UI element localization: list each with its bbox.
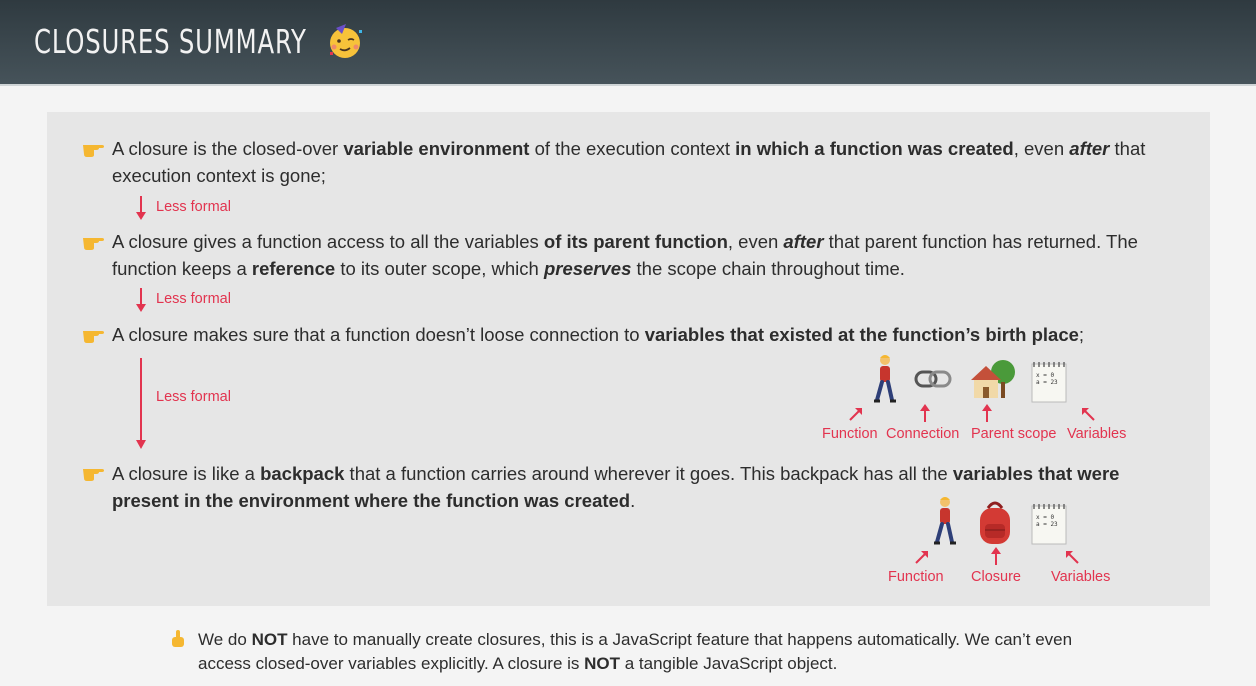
up-right-arrow-icon — [915, 551, 928, 564]
text-segment: a tangible JavaScript object. — [620, 654, 838, 673]
up-arrow-icon — [982, 404, 992, 422]
text-segment: of the execution context — [529, 138, 736, 159]
up-left-arrow-icon — [1082, 408, 1095, 421]
down-arrow-icon — [136, 288, 146, 312]
emphasis-text: backpack — [260, 463, 345, 484]
emphasis-text: NOT — [584, 654, 621, 673]
text-segment: to its outer scope, which — [335, 258, 544, 279]
emphasis-text: NOT — [251, 630, 288, 649]
person-walking-icon — [934, 497, 956, 545]
house-with-tree-icon — [971, 360, 1015, 398]
notepad-line-1: x = 0 — [1036, 514, 1054, 521]
pointing-up-hand-icon — [172, 630, 184, 647]
label-function: Function — [888, 569, 944, 585]
text-segment: We do — [198, 630, 252, 649]
emphasis-text: after — [783, 231, 824, 252]
text-segment: A closure makes sure that a function doe… — [112, 324, 645, 345]
pointing-hand-icon — [83, 238, 104, 250]
text-segment: , even — [727, 231, 784, 252]
less-formal-label-2: Less formal — [156, 291, 231, 307]
up-arrow-icon — [991, 547, 1001, 565]
partying-face-icon — [330, 24, 362, 58]
summary-point-1: A closure is the closed-over variable en… — [112, 135, 1152, 189]
pointing-hand-icon — [83, 145, 104, 157]
down-arrow-icon — [136, 196, 146, 220]
up-left-arrow-icon — [1066, 551, 1079, 564]
label-variables: Variables — [1051, 569, 1111, 585]
emphasis-text: in which a function was created — [735, 138, 1014, 159]
emphasis-text: variables that existed at the function’s… — [644, 324, 1079, 345]
emphasis-text: variable environment — [343, 138, 530, 159]
header-bar: Closures Summary — [0, 0, 1256, 86]
emphasis-text: of its parent function — [543, 231, 728, 252]
pointing-hand-icon — [83, 331, 104, 343]
text-segment: A closure is like a — [112, 463, 261, 484]
page-title: Closures Summary — [34, 22, 307, 61]
person-walking-icon — [874, 355, 896, 403]
label-variables: Variables — [1067, 426, 1127, 442]
notepad-line-2: a = 23 — [1036, 379, 1058, 386]
up-arrow-icon — [920, 404, 930, 422]
text-segment: the scope chain throughout time. — [631, 258, 905, 279]
notepad-line-2: a = 23 — [1036, 521, 1058, 528]
summary-point-3: A closure makes sure that a function doe… — [112, 321, 1192, 348]
label-function: Function — [822, 426, 878, 442]
less-formal-label-3: Less formal — [156, 389, 231, 405]
pointing-hand-icon — [83, 469, 104, 481]
label-parent-scope: Parent scope — [971, 426, 1057, 442]
text-segment: . — [630, 490, 636, 511]
summary-point-2: A closure gives a function access to all… — [112, 228, 1152, 282]
chain-link-icon — [914, 370, 952, 388]
emphasis-text: reference — [251, 258, 336, 279]
text-segment: A closure gives a function access to all… — [112, 231, 544, 252]
down-arrow-icon — [136, 358, 146, 449]
less-formal-label-1: Less formal — [156, 199, 231, 215]
text-segment: A closure is the closed-over — [112, 138, 344, 159]
up-right-arrow-icon — [849, 408, 862, 421]
bottom-note: We do NOT have to manually create closur… — [198, 628, 1118, 676]
emphasis-text: preserves — [543, 258, 632, 279]
notepad-line-1: x = 0 — [1036, 372, 1054, 379]
notepad-icon: x = 0 a = 23 — [1031, 504, 1067, 545]
label-connection: Connection — [886, 426, 960, 442]
notepad-icon: x = 0 a = 23 — [1031, 362, 1067, 403]
label-closure: Closure — [971, 569, 1021, 585]
backpack-icon — [980, 501, 1010, 544]
emphasis-text: after — [1069, 138, 1110, 159]
text-segment: that a function carries around wherever … — [344, 463, 953, 484]
text-segment: , even — [1013, 138, 1070, 159]
text-segment: ; — [1078, 324, 1085, 345]
